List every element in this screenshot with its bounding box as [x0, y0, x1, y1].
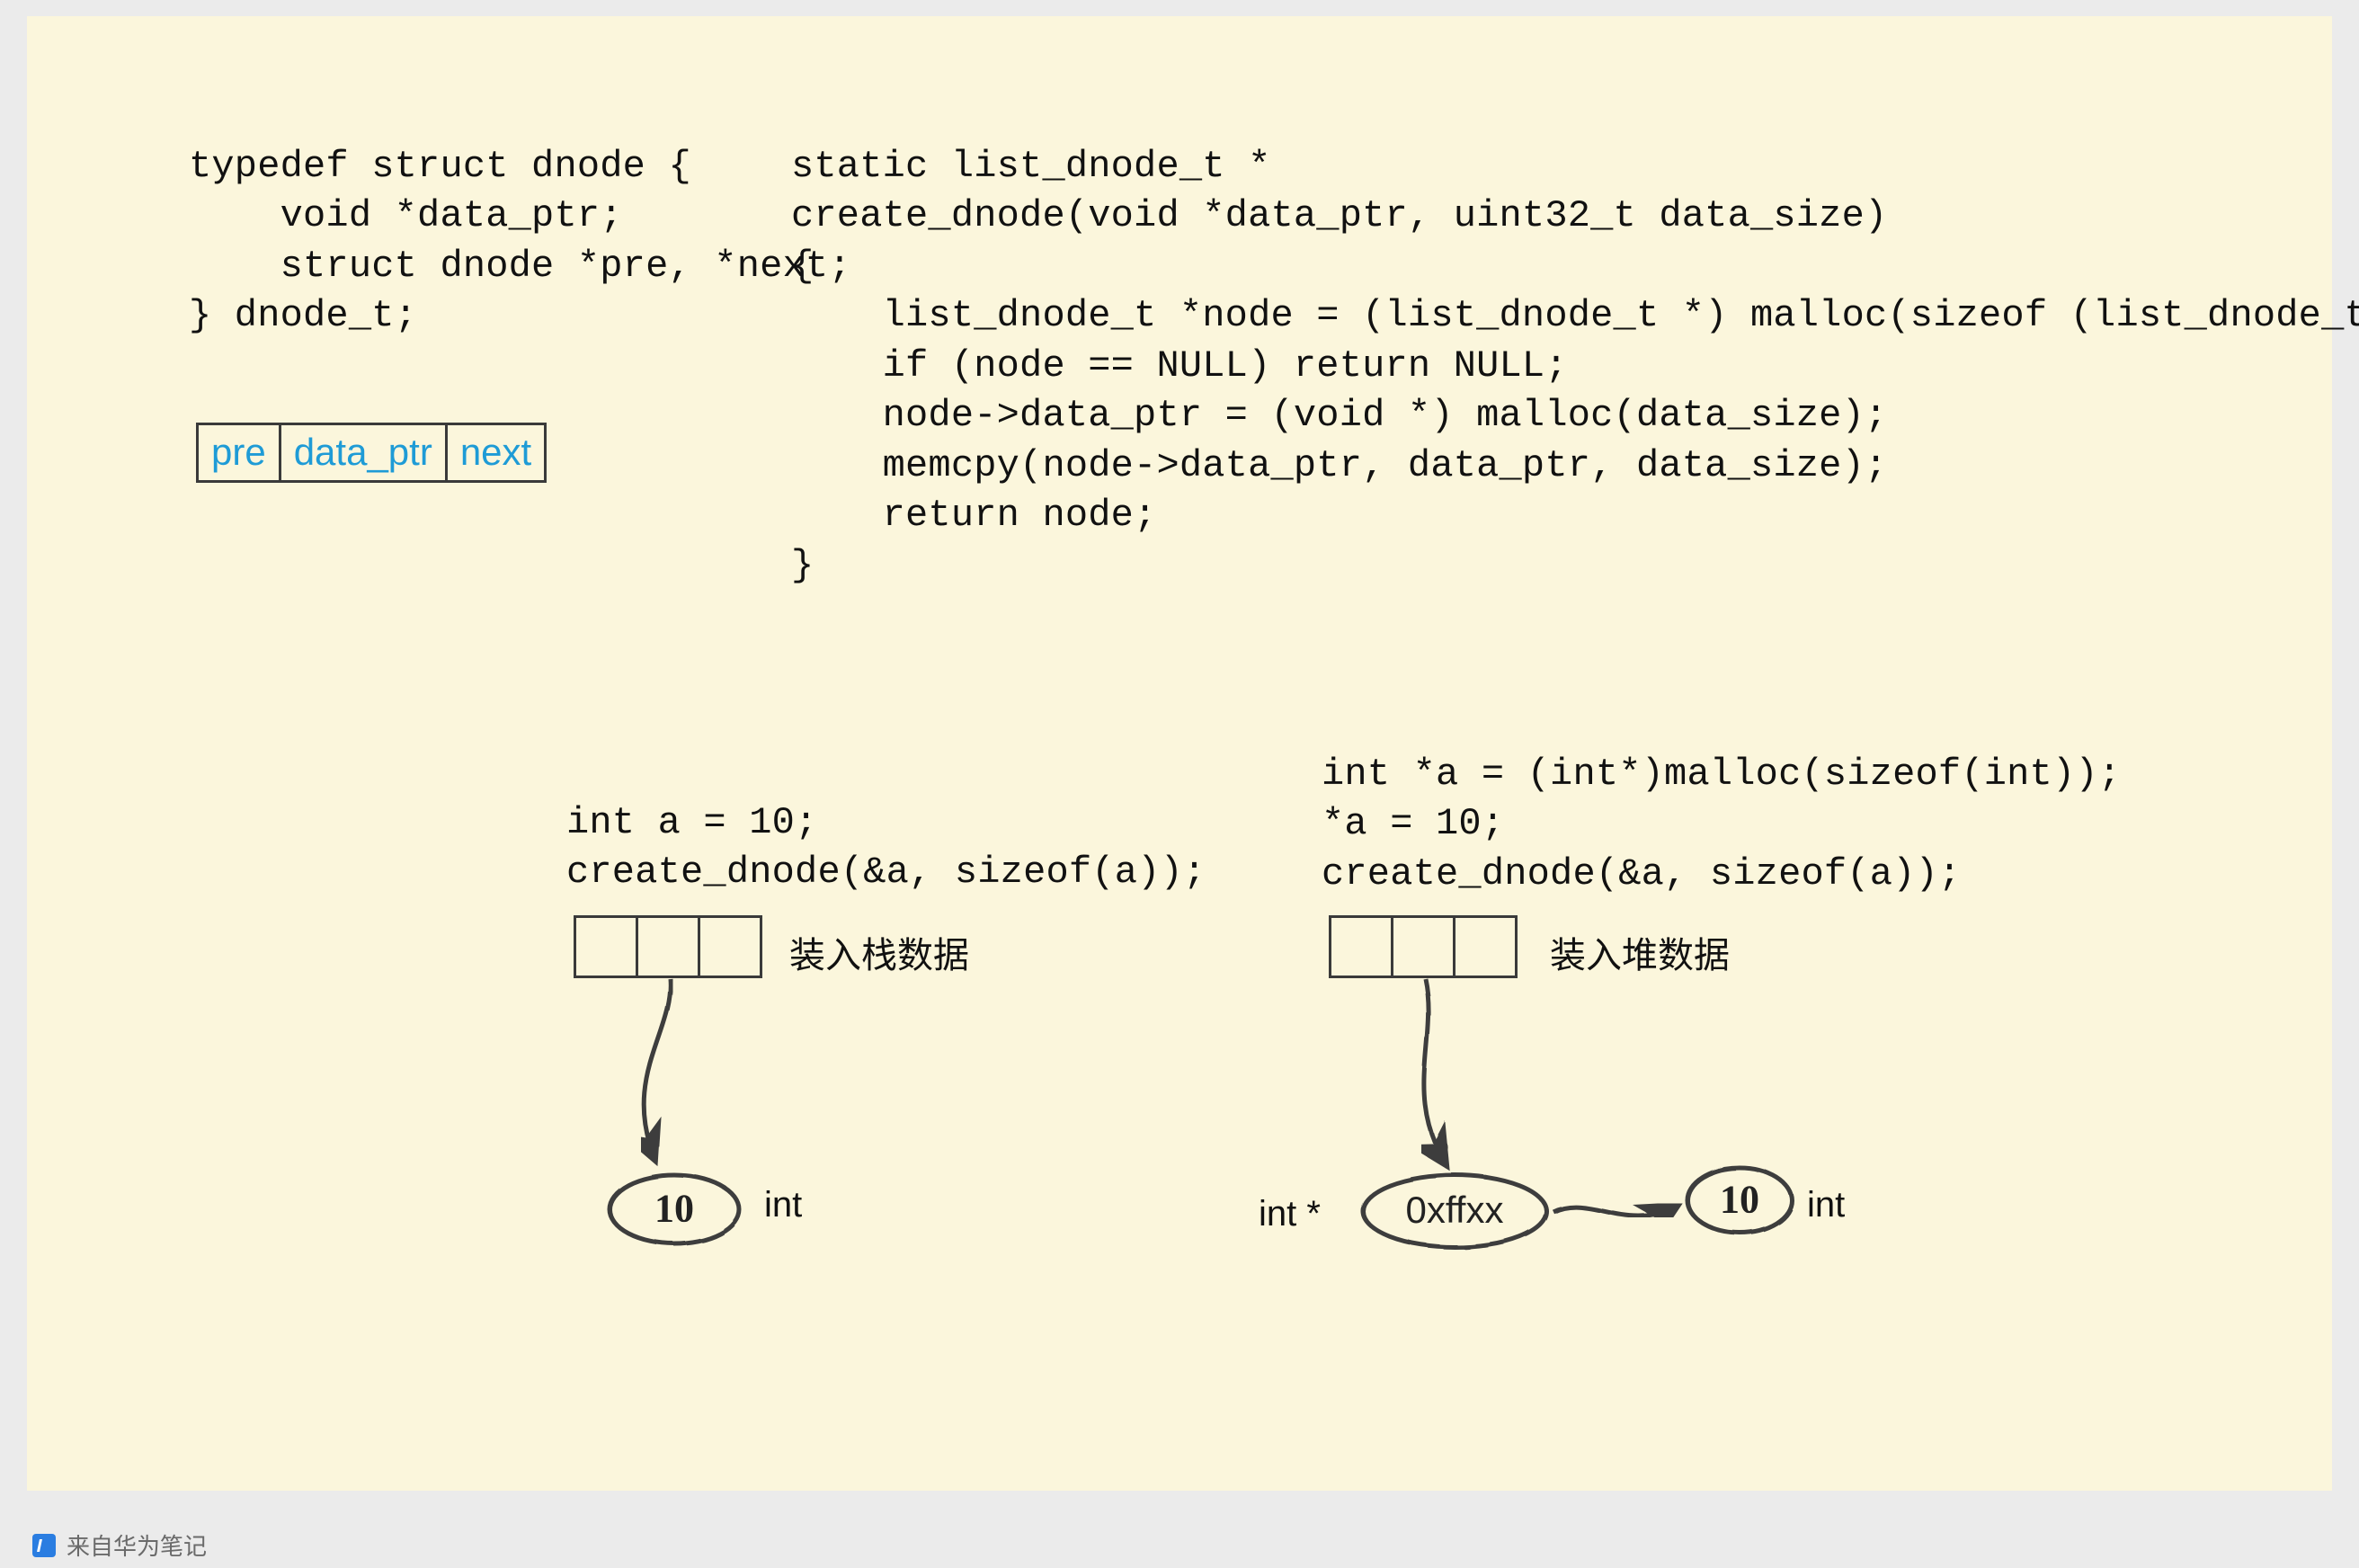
- heap-addr-type: int *: [1259, 1194, 1321, 1234]
- heap-label: 装入堆数据: [1550, 926, 1730, 978]
- stack-value-type: int: [764, 1185, 802, 1225]
- stack-value-ellipse: 10: [602, 1169, 746, 1250]
- stack-example-code: int a = 10; create_dnode(&a, sizeof(a));: [566, 798, 1206, 898]
- struct-field-next: next: [448, 425, 544, 480]
- struct-field-box: pre data_ptr next: [196, 423, 547, 483]
- create-dnode-code: static list_dnode_t * create_dnode(void …: [791, 142, 2359, 591]
- note-canvas: typedef struct dnode { void *data_ptr; s…: [27, 16, 2332, 1491]
- stack-node-box: [574, 915, 762, 978]
- struct-definition-code: typedef struct dnode { void *data_ptr; s…: [189, 142, 851, 342]
- heap-value-ellipse: 10: [1681, 1162, 1798, 1239]
- huawei-notes-icon: [32, 1534, 56, 1557]
- heap-pointer-arrow-2: [1546, 1185, 1699, 1239]
- footer-attribution: 来自华为笔记: [32, 1528, 207, 1562]
- heap-value: 10: [1720, 1176, 1759, 1222]
- stack-label: 装入栈数据: [789, 926, 969, 978]
- footer-text: 来自华为笔记: [67, 1528, 207, 1562]
- heap-value-type: int: [1807, 1185, 1845, 1225]
- stack-value: 10: [654, 1185, 694, 1231]
- heap-addr-value: 0xffxx: [1406, 1189, 1504, 1232]
- heap-node-box: [1329, 915, 1518, 978]
- struct-field-pre: pre: [199, 425, 281, 480]
- struct-field-dataptr: data_ptr: [281, 425, 448, 480]
- heap-addr-ellipse: 0xffxx: [1356, 1169, 1553, 1253]
- heap-example-code: int *a = (int*)malloc(sizeof(int)); *a =…: [1322, 750, 2121, 899]
